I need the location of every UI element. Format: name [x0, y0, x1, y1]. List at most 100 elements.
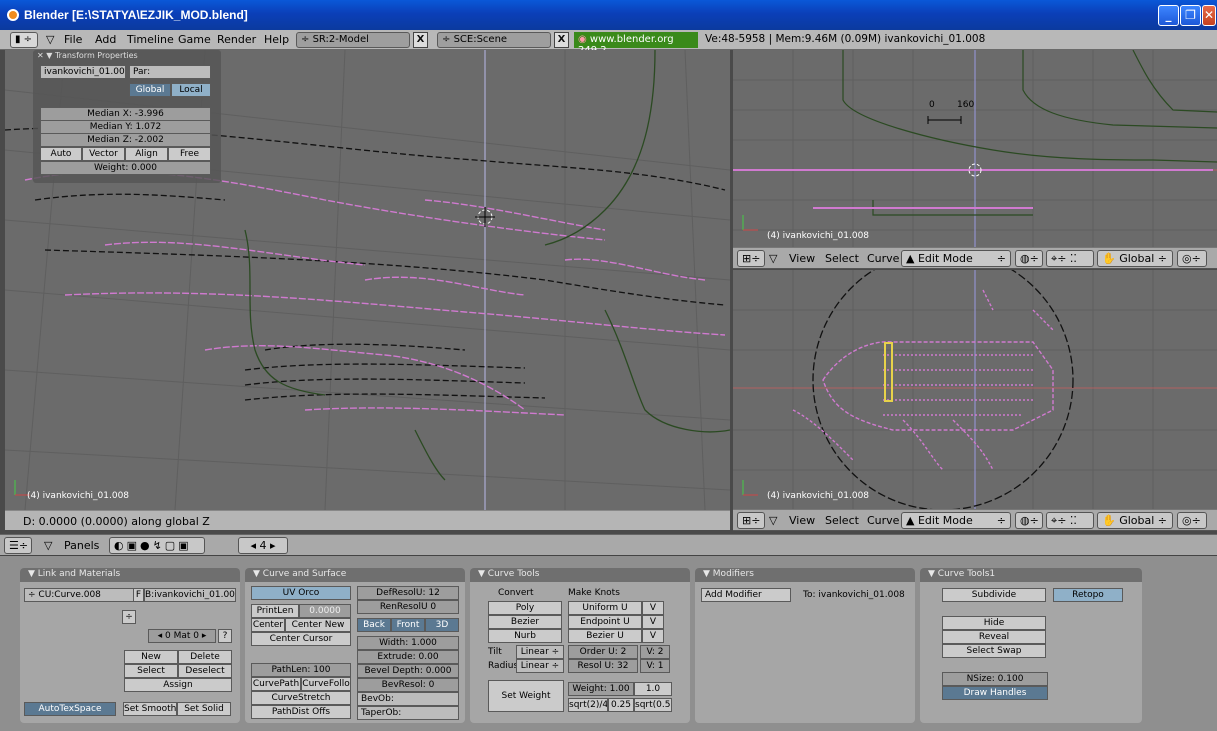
median-y-field[interactable]: Median Y: 1.072: [40, 120, 211, 134]
frame-number-field[interactable]: ◂ 4 ▸: [238, 537, 288, 554]
grid-editor-icon[interactable]: ⊞÷: [737, 250, 765, 267]
maximize-button[interactable]: ❐: [1180, 5, 1201, 26]
scene-selector[interactable]: ÷ SCE:Scene: [437, 32, 551, 48]
weight-sqrt05-button[interactable]: sqrt(0.5): [634, 698, 672, 712]
bevresol-field[interactable]: BevResol: 0: [357, 678, 459, 692]
select-menu[interactable]: Select: [825, 252, 859, 265]
median-x-field[interactable]: Median X: -3.996: [40, 107, 211, 121]
select-swap-button[interactable]: Select Swap: [942, 644, 1046, 658]
endpoint-u-button[interactable]: Endpoint U: [568, 615, 642, 629]
object-name-field[interactable]: ivankovichi_01.008: [40, 65, 126, 79]
editor-type-icon[interactable]: ▮ ÷: [10, 32, 38, 48]
resol-v-field[interactable]: V: 1: [640, 659, 670, 673]
median-z-field[interactable]: Median Z: -2.002: [40, 133, 211, 147]
transform-panel-header[interactable]: ✕ ▼ Transform Properties: [33, 50, 221, 62]
retopo-toggle[interactable]: Retopo: [1053, 588, 1123, 602]
grid-editor-icon-2[interactable]: ⊞÷: [737, 512, 765, 529]
curve-menu-2[interactable]: Curve: [867, 514, 899, 527]
hide-button[interactable]: Hide: [942, 616, 1046, 630]
autotexspace-toggle[interactable]: AutoTexSpace: [24, 702, 116, 716]
curve-tools-header[interactable]: ▼ Curve Tools: [470, 568, 690, 582]
delete-screen-button[interactable]: X: [413, 32, 428, 48]
delete-scene-button[interactable]: X: [554, 32, 569, 48]
uniform-v-button[interactable]: V: [642, 601, 664, 615]
reveal-button[interactable]: Reveal: [942, 630, 1046, 644]
bevob-field[interactable]: BevOb:: [357, 692, 459, 706]
bezier-v-button[interactable]: V: [642, 629, 664, 643]
pathdist-offs-toggle[interactable]: PathDist Offs: [251, 705, 351, 719]
orientation-selector[interactable]: ✋ Global ÷: [1097, 250, 1173, 267]
bottom-right-viewport[interactable]: (4) ivankovichi_01.008: [733, 270, 1217, 510]
menu-help[interactable]: Help: [264, 33, 289, 46]
printlen-button[interactable]: PrintLen: [251, 604, 299, 618]
nsize-field[interactable]: NSize: 0.100: [942, 672, 1048, 686]
assign-material-button[interactable]: Assign: [124, 678, 232, 692]
pivot-icon-2[interactable]: ⌖÷ ⁚⁚: [1046, 512, 1094, 529]
select-material-button[interactable]: Select: [124, 664, 178, 678]
menu-add[interactable]: Add: [95, 33, 116, 46]
bezier-u-button[interactable]: Bezier U: [568, 629, 642, 643]
set-solid-button[interactable]: Set Solid: [177, 702, 231, 716]
handle-free-button[interactable]: Free: [168, 147, 211, 161]
weight-sqrt24-button[interactable]: sqrt(2)/4: [568, 698, 608, 712]
bevel-depth-field[interactable]: Bevel Depth: 0.000: [357, 664, 459, 678]
curve-menu[interactable]: Curve: [867, 252, 899, 265]
object-link-field[interactable]: B:ivankovichi_01.008: [144, 588, 236, 602]
deselect-material-button[interactable]: Deselect: [178, 664, 232, 678]
view-menu-2[interactable]: View: [789, 514, 815, 527]
weight-value-field[interactable]: Weight: 1.00: [568, 682, 634, 696]
center-new-button[interactable]: Center New: [285, 618, 351, 632]
panels-menu[interactable]: Panels: [64, 539, 99, 552]
set-weight-button[interactable]: Set Weight: [488, 680, 564, 712]
view-menu[interactable]: View: [789, 252, 815, 265]
menu-file[interactable]: File: [64, 33, 82, 46]
menu-timeline[interactable]: Timeline: [127, 33, 174, 46]
width-field[interactable]: Width: 1.000: [357, 636, 459, 650]
poly-button[interactable]: Poly: [488, 601, 562, 615]
bezier-button[interactable]: Bezier: [488, 615, 562, 629]
global-toggle[interactable]: Global: [129, 83, 171, 97]
material-index-field[interactable]: ◂ 0 Mat 0 ▸: [148, 629, 216, 643]
collapse-icon[interactable]: ▽: [769, 252, 777, 265]
pivot-icon[interactable]: ⌖÷ ⁚⁚: [1046, 250, 1094, 267]
mode-selector-2[interactable]: ▲ Edit Mode ÷: [901, 512, 1011, 529]
modifiers-header[interactable]: ▼ Modifiers: [695, 568, 915, 582]
screen-selector[interactable]: ÷ SR:2-Model: [296, 32, 410, 48]
defresolu-field[interactable]: DefResolU: 12: [357, 586, 459, 600]
top-right-viewport[interactable]: 0 160 (4) ivankovichi_01.008: [733, 50, 1217, 247]
curvepath-toggle[interactable]: CurvePath: [251, 677, 301, 691]
menu-render[interactable]: Render: [217, 33, 256, 46]
collapse-icon-2[interactable]: ▽: [769, 514, 777, 527]
tilt-interp-selector[interactable]: Linear ÷: [516, 645, 564, 659]
proportional-edit-icon-2[interactable]: ◎÷: [1177, 512, 1207, 529]
draw-handles-toggle[interactable]: Draw Handles: [942, 686, 1048, 700]
draw-type-icon-2[interactable]: ◍÷: [1015, 512, 1043, 529]
3d-toggle[interactable]: 3D: [425, 618, 459, 632]
add-modifier-button[interactable]: Add Modifier: [701, 588, 791, 602]
delete-material-button[interactable]: Delete: [178, 650, 232, 664]
order-u-field[interactable]: Order U: 2: [568, 645, 638, 659]
weight-1-button[interactable]: 1.0: [634, 682, 672, 696]
weight-field[interactable]: Weight: 0.000: [40, 161, 211, 175]
select-menu-2[interactable]: Select: [825, 514, 859, 527]
link-materials-header[interactable]: ▼ Link and Materials: [20, 568, 240, 582]
nurb-button[interactable]: Nurb: [488, 629, 562, 643]
context-tabs-icon[interactable]: ◐▣●↯▢▣: [109, 537, 205, 554]
center-cursor-button[interactable]: Center Cursor: [251, 632, 351, 646]
handle-align-button[interactable]: Align: [125, 147, 168, 161]
endpoint-v-button[interactable]: V: [642, 615, 664, 629]
proportional-edit-icon[interactable]: ◎÷: [1177, 250, 1207, 267]
minimize-button[interactable]: _: [1158, 5, 1179, 26]
local-toggle[interactable]: Local: [171, 83, 211, 97]
curve-surface-header[interactable]: ▼ Curve and Surface: [245, 568, 465, 582]
collapse-menu-icon[interactable]: ▽: [46, 33, 54, 46]
parent-field[interactable]: Par:: [129, 65, 211, 79]
front-toggle[interactable]: Front: [391, 618, 425, 632]
curvestretch-toggle[interactable]: CurveStretch: [251, 691, 351, 705]
back-toggle[interactable]: Back: [357, 618, 391, 632]
mode-selector[interactable]: ▲ Edit Mode ÷: [901, 250, 1011, 267]
orientation-selector-2[interactable]: ✋ Global ÷: [1097, 512, 1173, 529]
curve-tools1-header[interactable]: ▼ Curve Tools1: [920, 568, 1142, 582]
handle-auto-button[interactable]: Auto: [40, 147, 82, 161]
order-v-field[interactable]: V: 2: [640, 645, 670, 659]
